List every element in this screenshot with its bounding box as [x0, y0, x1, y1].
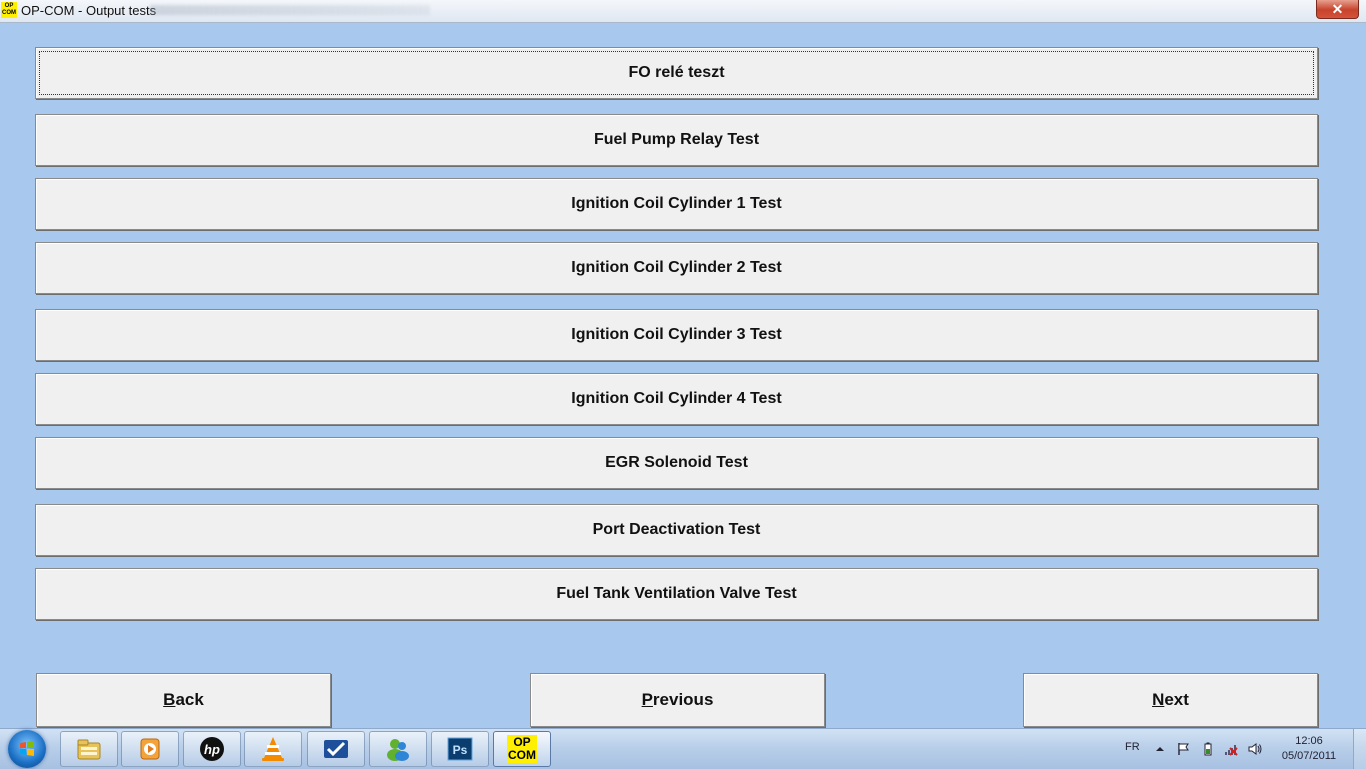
back-mnemonic: B — [163, 690, 176, 709]
taskbar-hp[interactable]: hp — [183, 731, 241, 767]
test-button-label: Ignition Coil Cylinder 2 Test — [571, 259, 782, 276]
next-mnemonic: N — [1152, 690, 1165, 709]
test-button-ignition-coil-2[interactable]: Ignition Coil Cylinder 2 Test — [35, 242, 1318, 294]
system-clock[interactable]: 12:06 05/07/2011 — [1276, 734, 1342, 764]
clock-time: 12:06 — [1295, 735, 1323, 747]
next-button-label: Next — [1152, 690, 1189, 710]
app-icon-text-bottom: COM — [2, 10, 16, 16]
window-title: OP-COM - Output tests — [21, 3, 157, 18]
hp-icon-label: hp — [204, 742, 220, 757]
taskbar: hp Ps OP COM FR 12:06 05/07/2011 — [0, 728, 1366, 769]
taskbar-media-player[interactable] — [121, 731, 179, 767]
vlc-icon — [262, 737, 284, 761]
close-button[interactable]: ✕ — [1316, 0, 1359, 19]
test-button-ignition-coil-4[interactable]: Ignition Coil Cylinder 4 Test — [35, 373, 1318, 425]
test-button-label: Fuel Tank Ventilation Valve Test — [556, 585, 797, 602]
start-button[interactable] — [8, 730, 46, 768]
test-button-label: Ignition Coil Cylinder 4 Test — [571, 390, 782, 407]
test-button-label: Port Deactivation Test — [592, 521, 761, 538]
back-button[interactable]: Back — [36, 673, 331, 727]
test-button-port-deactivation[interactable]: Port Deactivation Test — [35, 504, 1318, 556]
photoshop-icon: Ps — [447, 737, 473, 761]
test-button-egr-solenoid[interactable]: EGR Solenoid Test — [35, 437, 1318, 489]
clock-date: 05/07/2011 — [1281, 750, 1337, 762]
test-button-ignition-coil-1[interactable]: Ignition Coil Cylinder 1 Test — [35, 178, 1318, 230]
previous-button-label: Previous — [642, 690, 714, 710]
focus-ring — [39, 51, 1314, 95]
test-button-label: EGR Solenoid Test — [605, 454, 748, 471]
language-indicator[interactable]: FR — [1125, 741, 1140, 753]
taskbar-messenger[interactable] — [369, 731, 427, 767]
previous-label-rest: revious — [652, 690, 714, 709]
back-button-label: Back — [163, 690, 204, 710]
title-bar: OP COM OP-COM - Output tests ✕ — [0, 0, 1366, 23]
explorer-icon — [77, 739, 101, 760]
opcom-app-icon[interactable]: OP COM — [1, 2, 17, 18]
opcom-icon: OP COM — [507, 735, 537, 763]
test-button-fuel-tank-ventilation[interactable]: Fuel Tank Ventilation Valve Test — [35, 568, 1318, 620]
tray-expand-icon[interactable] — [1153, 742, 1167, 756]
network-disconnected-icon[interactable] — [1224, 742, 1238, 756]
hp-icon: hp — [200, 737, 224, 761]
test-button-fuel-pump-relay[interactable]: Fuel Pump Relay Test — [35, 114, 1318, 166]
test-button-label: Fuel Pump Relay Test — [593, 131, 760, 148]
opcom-icon-bottom: COM — [508, 748, 536, 762]
test-button-label: Ignition Coil Cylinder 1 Test — [571, 195, 782, 212]
taskbar-opcom[interactable]: OP COM — [493, 731, 551, 767]
volume-icon[interactable] — [1248, 742, 1262, 756]
previous-button[interactable]: Previous — [530, 673, 825, 727]
next-button[interactable]: Next — [1023, 673, 1318, 727]
taskbar-vlc[interactable] — [244, 731, 302, 767]
show-desktop-button[interactable] — [1353, 729, 1366, 769]
media-player-icon — [140, 738, 160, 760]
back-label-rest: ack — [175, 690, 204, 709]
taskbar-photoshop[interactable]: Ps — [431, 731, 489, 767]
test-button-label: Ignition Coil Cylinder 3 Test — [571, 326, 782, 343]
photoshop-icon-label: Ps — [453, 743, 468, 757]
windows-flag-icon — [20, 741, 34, 756]
action-center-flag-icon[interactable] — [1176, 742, 1190, 756]
checkmark-app-icon — [324, 740, 348, 758]
test-button-ignition-coil-3[interactable]: Ignition Coil Cylinder 3 Test — [35, 309, 1318, 361]
previous-mnemonic: P — [641, 690, 653, 709]
title-ghost-overlay — [150, 5, 430, 15]
test-button-fo-rele[interactable]: FO relé teszt — [35, 47, 1318, 99]
taskbar-checkmark-app[interactable] — [307, 731, 365, 767]
app-icon-text-top: OP — [4, 3, 14, 9]
next-label-rest: ext — [1164, 690, 1189, 709]
messenger-icon — [387, 739, 409, 761]
battery-icon[interactable] — [1201, 742, 1215, 756]
taskbar-explorer[interactable] — [60, 731, 118, 767]
